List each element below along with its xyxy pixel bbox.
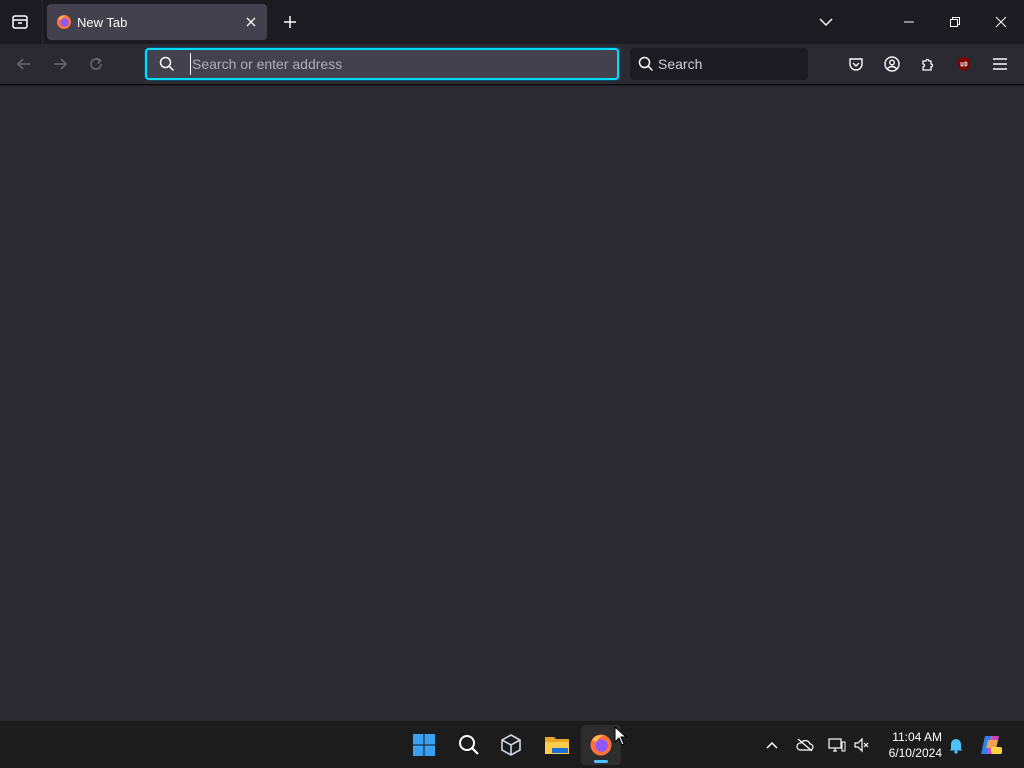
pocket-icon	[849, 58, 863, 71]
firefox-view-icon	[12, 15, 28, 29]
system-clock[interactable]: 11:04 AM 6/10/2024	[878, 729, 942, 761]
onedrive-tray-button[interactable]	[793, 733, 817, 757]
extensions-button[interactable]	[914, 50, 942, 78]
reload-button[interactable]	[82, 50, 110, 78]
tab-title: New Tab	[77, 15, 128, 30]
close-icon	[246, 17, 256, 27]
taskbar: 11:04 AM 6/10/2024	[0, 720, 1024, 768]
tab-new-tab[interactable]: New Tab	[47, 4, 267, 40]
navigation-toolbar	[0, 44, 1024, 85]
volume-tray-button[interactable]	[850, 733, 874, 757]
forward-button[interactable]	[46, 50, 74, 78]
clock-time: 11:04 AM	[892, 730, 942, 744]
search-icon	[638, 56, 654, 72]
chevron-up-icon	[766, 741, 778, 749]
title-bar: New Tab	[0, 0, 1024, 44]
speaker-muted-icon	[854, 737, 869, 753]
pocket-button[interactable]	[842, 50, 870, 78]
minimize-icon	[904, 21, 914, 23]
reload-icon	[90, 57, 102, 70]
app-menu-button[interactable]	[986, 50, 1014, 78]
network-icon	[828, 738, 846, 752]
restore-icon	[950, 17, 960, 27]
search-input[interactable]	[658, 54, 798, 74]
clock-date: 6/10/2024	[888, 746, 942, 760]
firefox-icon	[57, 15, 71, 29]
minimize-button[interactable]	[886, 6, 932, 38]
search-icon	[159, 56, 175, 72]
arrow-left-icon	[16, 58, 30, 70]
active-app-indicator	[594, 760, 608, 763]
page-content	[0, 86, 1024, 720]
window-close-button[interactable]	[978, 6, 1024, 38]
back-button[interactable]	[10, 50, 38, 78]
tab-close-button[interactable]	[241, 12, 261, 32]
notifications-button[interactable]	[944, 733, 968, 757]
hamburger-menu-icon	[993, 58, 1007, 70]
ublock-button[interactable]	[950, 50, 978, 78]
address-bar[interactable]	[145, 48, 619, 80]
mouse-cursor-icon	[614, 726, 628, 746]
firefox-view-button[interactable]	[6, 8, 34, 36]
virtualbox-icon	[501, 734, 521, 756]
taskbar-file-explorer[interactable]	[537, 725, 577, 765]
arrow-right-icon	[54, 58, 68, 70]
start-icon	[413, 734, 435, 756]
show-hidden-icons-button[interactable]	[760, 733, 784, 757]
taskbar-virtualbox[interactable]	[491, 725, 531, 765]
taskbar-search-button[interactable]	[449, 725, 489, 765]
close-icon	[995, 16, 1007, 28]
address-input[interactable]	[190, 53, 610, 75]
puzzle-icon	[922, 58, 934, 71]
notification-bell-icon	[949, 739, 963, 754]
plus-icon	[284, 16, 296, 28]
new-tab-button[interactable]	[276, 8, 304, 36]
copilot-button[interactable]	[979, 733, 1003, 757]
account-icon	[884, 56, 900, 72]
account-button[interactable]	[878, 50, 906, 78]
list-all-tabs-button[interactable]	[812, 8, 840, 36]
search-icon	[459, 735, 479, 755]
copilot-icon	[981, 736, 1002, 754]
search-bar[interactable]	[630, 48, 808, 80]
file-explorer-icon	[545, 737, 569, 754]
start-button[interactable]	[404, 725, 444, 765]
chevron-down-icon	[819, 18, 833, 27]
restore-button[interactable]	[932, 6, 978, 38]
ublock-origin-icon	[958, 57, 970, 71]
firefox-icon	[590, 734, 612, 756]
network-tray-button[interactable]	[825, 733, 849, 757]
tab-separator	[42, 0, 43, 44]
onedrive-offline-icon	[796, 738, 814, 752]
